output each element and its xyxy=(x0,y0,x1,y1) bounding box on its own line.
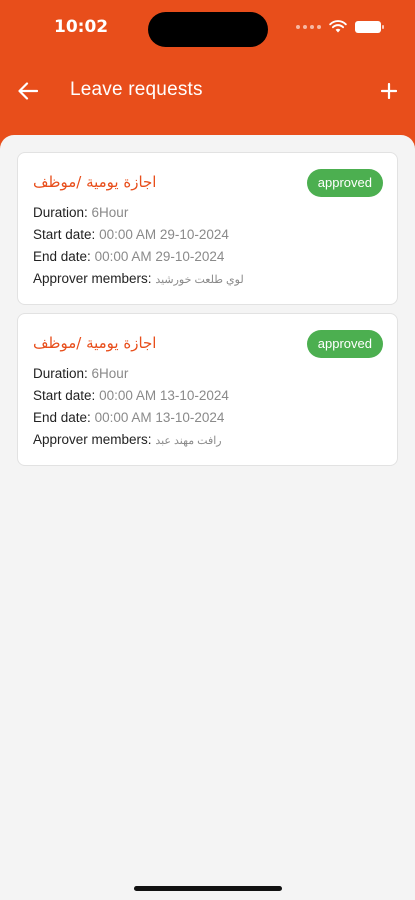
start-date-label: Start date: xyxy=(33,388,96,403)
status-badge: approved xyxy=(306,330,383,358)
request-title: اجازة يومية /موظف xyxy=(33,173,157,191)
approver-label: Approver members: xyxy=(33,432,152,447)
arrow-left-icon xyxy=(18,82,38,100)
app-header: 10:02 Leave requests xyxy=(0,0,415,150)
status-icons xyxy=(296,20,384,33)
requests-list: اجازة يومية /موظف approved Duration: 6Ho… xyxy=(0,135,415,900)
status-time: 10:02 xyxy=(54,17,109,37)
end-date-row: End date: 00:00 AM 13-10-2024 xyxy=(33,410,224,425)
end-date-row: End date: 00:00 AM 29-10-2024 xyxy=(33,249,224,264)
end-date-label: End date: xyxy=(33,410,91,425)
wifi-icon xyxy=(329,20,347,33)
approver-value: لوي طلعت خورشيد xyxy=(155,274,244,286)
approver-row: Approver members: لوي طلعت خورشيد xyxy=(33,271,244,286)
approver-label: Approver members: xyxy=(33,271,152,286)
leave-request-card[interactable]: اجازة يومية /موظف approved Duration: 6Ho… xyxy=(17,152,398,305)
add-request-button[interactable] xyxy=(377,79,401,103)
duration-row: Duration: 6Hour xyxy=(33,205,128,220)
plus-icon xyxy=(381,83,397,99)
page-title: Leave requests xyxy=(70,79,203,100)
battery-icon xyxy=(355,20,384,33)
back-button[interactable] xyxy=(16,79,40,103)
start-date-label: Start date: xyxy=(33,227,96,242)
end-date-value: 00:00 AM 29-10-2024 xyxy=(94,249,225,264)
end-date-label: End date: xyxy=(33,249,91,264)
duration-label: Duration: xyxy=(33,205,88,220)
request-title: اجازة يومية /موظف xyxy=(33,334,157,352)
signal-icon xyxy=(296,24,321,29)
duration-value: 6Hour xyxy=(91,366,129,381)
approver-value: رافت مهند عبد xyxy=(155,435,222,447)
start-date-value: 00:00 AM 29-10-2024 xyxy=(99,227,229,242)
duration-label: Duration: xyxy=(33,366,88,381)
status-badge: approved xyxy=(306,169,383,197)
home-indicator[interactable] xyxy=(134,886,282,891)
duration-row: Duration: 6Hour xyxy=(33,366,128,381)
leave-request-card[interactable]: اجازة يومية /موظف approved Duration: 6Ho… xyxy=(17,313,398,466)
start-date-row: Start date: 00:00 AM 13-10-2024 xyxy=(33,388,229,403)
end-date-value: 00:00 AM 13-10-2024 xyxy=(94,410,225,425)
dynamic-island xyxy=(148,12,268,47)
duration-value: 6Hour xyxy=(91,205,129,220)
start-date-row: Start date: 00:00 AM 29-10-2024 xyxy=(33,227,229,242)
start-date-value: 00:00 AM 13-10-2024 xyxy=(99,388,229,403)
approver-row: Approver members: رافت مهند عبد xyxy=(33,432,222,447)
